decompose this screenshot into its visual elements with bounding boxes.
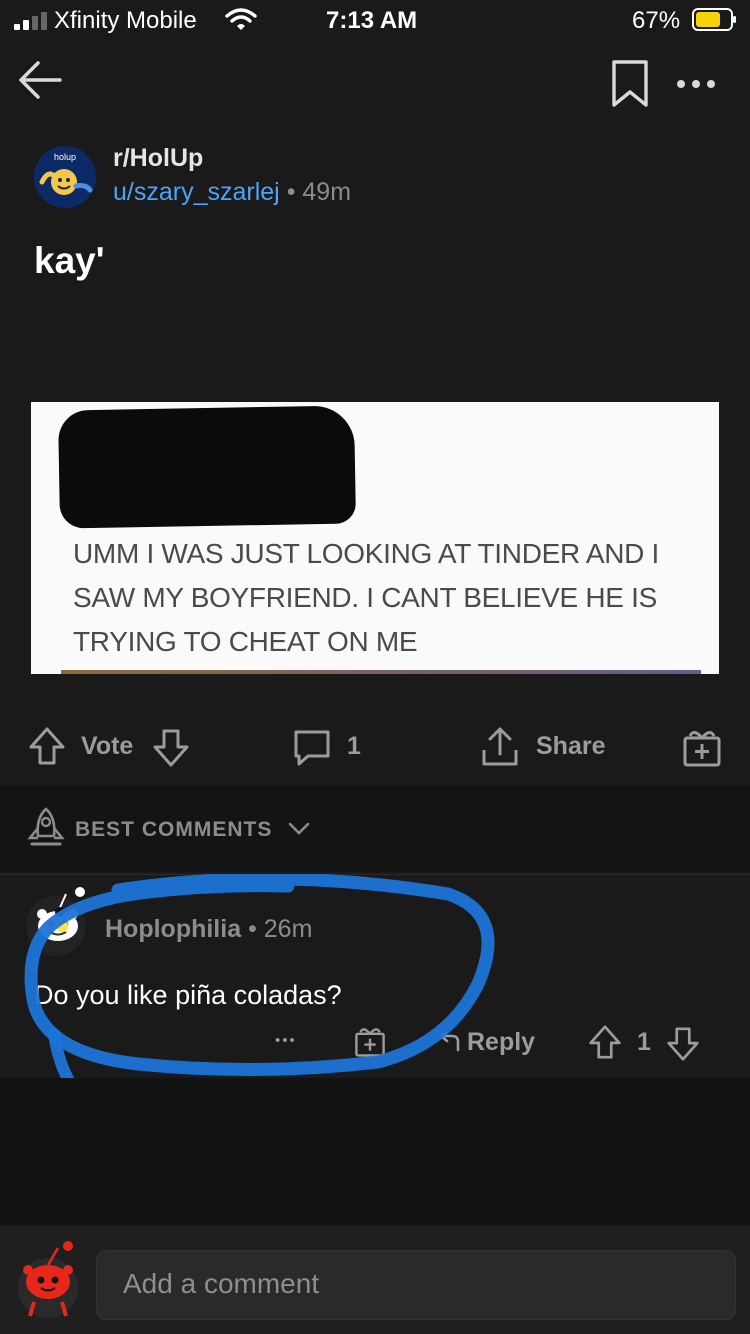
- add-comment-field[interactable]: [96, 1250, 736, 1320]
- post-meta: u/szary_szarlej • 49m: [113, 178, 351, 207]
- carrier-name: Xfinity Mobile: [54, 7, 197, 34]
- comment-more-dots[interactable]: •••: [275, 1032, 297, 1049]
- post-actions: Vote 1 Share: [0, 718, 750, 778]
- comment-icon[interactable]: [292, 728, 332, 768]
- chevron-down-icon[interactable]: [287, 821, 311, 837]
- share-icon[interactable]: [480, 726, 520, 768]
- meta-separator: •: [286, 178, 296, 206]
- subreddit-name[interactable]: r/HolUp: [113, 144, 203, 173]
- award-gift-icon[interactable]: [682, 726, 722, 768]
- top-nav: [0, 50, 750, 120]
- comment-separator: •: [248, 915, 257, 943]
- vote-label: Vote: [81, 732, 134, 760]
- avatar-text: holup: [54, 152, 76, 162]
- bookmark-icon[interactable]: [612, 60, 648, 108]
- ellipsis-icon[interactable]: [676, 78, 716, 90]
- post-image[interactable]: UMM I WAS JUST LOOKING AT TINDER AND I S…: [31, 402, 719, 674]
- user-avatar[interactable]: [16, 1240, 80, 1318]
- upvote-icon[interactable]: [28, 726, 66, 766]
- comment-age: 26m: [263, 915, 313, 943]
- comment-author[interactable]: Hoplophilia: [105, 915, 241, 943]
- redaction-scribble: [57, 405, 357, 529]
- reply-arrow-icon[interactable]: [438, 1030, 462, 1054]
- add-comment-input[interactable]: [97, 1251, 723, 1317]
- image-bottom-strip: [61, 670, 701, 674]
- commenter-avatar[interactable]: [22, 884, 102, 964]
- rocket-icon: [26, 806, 66, 850]
- post-author[interactable]: u/szary_szarlej: [113, 178, 280, 206]
- post-image-text: UMM I WAS JUST LOOKING AT TINDER AND I S…: [73, 538, 660, 657]
- battery-icon: [692, 8, 738, 32]
- comment-downvote-icon[interactable]: [666, 1026, 700, 1062]
- comment-count[interactable]: 1: [347, 732, 361, 761]
- share-label[interactable]: Share: [536, 732, 605, 761]
- downvote-icon[interactable]: [152, 728, 190, 768]
- comment-award-icon[interactable]: [354, 1024, 386, 1058]
- wifi-icon: [225, 8, 257, 32]
- battery-percent: 67%: [632, 7, 681, 34]
- signal-icon: [14, 12, 48, 30]
- post-title: kay': [34, 240, 105, 281]
- arrow-left-icon[interactable]: [16, 56, 64, 104]
- comment-body: Do you like piña coladas?: [34, 980, 342, 1010]
- comments-empty-area: [0, 1078, 750, 1226]
- sort-label[interactable]: BEST COMMENTS: [75, 818, 272, 842]
- post-age: 49m: [302, 178, 352, 206]
- status-bar: Xfinity Mobile 7:13 AM 67%: [0, 0, 750, 40]
- status-time: 7:13 AM: [326, 7, 418, 34]
- comment-upvote-icon[interactable]: [588, 1024, 622, 1060]
- subreddit-avatar[interactable]: holup: [34, 146, 96, 208]
- comment-score: 1: [637, 1028, 651, 1056]
- comment-meta: Hoplophilia • 26m: [105, 915, 312, 944]
- reply-button[interactable]: Reply: [467, 1028, 535, 1057]
